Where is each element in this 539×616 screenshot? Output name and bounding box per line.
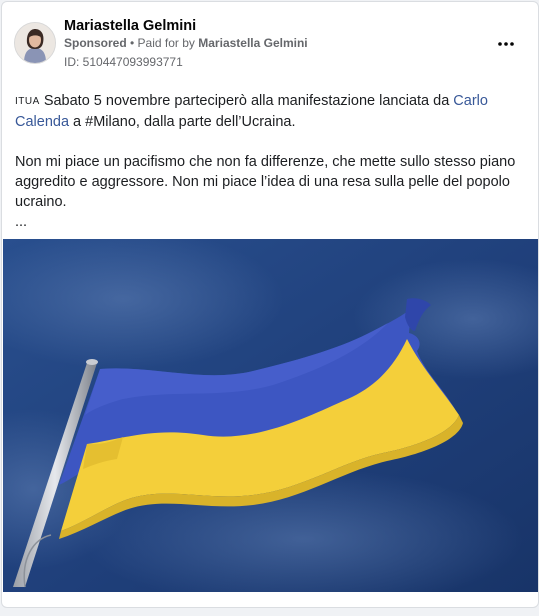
sponsored-line: Sponsored • Paid for by Mariastella Gelm…	[64, 36, 308, 50]
language-tag: ITUA	[15, 96, 40, 107]
post-header: Mariastella Gelmini Sponsored • Paid for…	[14, 18, 526, 69]
more-options-button[interactable]	[494, 34, 518, 54]
ukraine-flag-image	[3, 239, 538, 592]
more-horizontal-icon	[498, 42, 514, 46]
post-paragraph-2: Non mi piace un pacifismo che non fa dif…	[15, 154, 516, 210]
see-more-ellipsis[interactable]: ...	[15, 212, 530, 232]
ad-id: ID: 510447093993771	[64, 55, 183, 69]
paragraph-1-text: Sabato 5 novembre parteciperò alla manif…	[43, 93, 450, 109]
paid-for-name[interactable]: Mariastella Gelmini	[198, 36, 307, 50]
ad-post-card: Mariastella Gelmini Sponsored • Paid for…	[1, 1, 539, 608]
paragraph-1-continuation: a #Milano, dalla parte dell’Ucraina.	[73, 114, 296, 130]
post-body-text: ITUA Sabato 5 novembre parteciperò alla …	[15, 91, 530, 232]
paid-for-prefix: • Paid for by	[130, 36, 195, 50]
sponsored-label: Sponsored	[64, 36, 127, 50]
author-name-link[interactable]: Mariastella Gelmini	[64, 18, 196, 34]
author-avatar[interactable]	[14, 22, 56, 64]
post-image-ukraine-flag[interactable]	[3, 239, 538, 592]
post-paragraph-1: ITUA Sabato 5 novembre parteciperò alla …	[15, 91, 530, 132]
avatar-portrait-icon	[15, 23, 55, 63]
